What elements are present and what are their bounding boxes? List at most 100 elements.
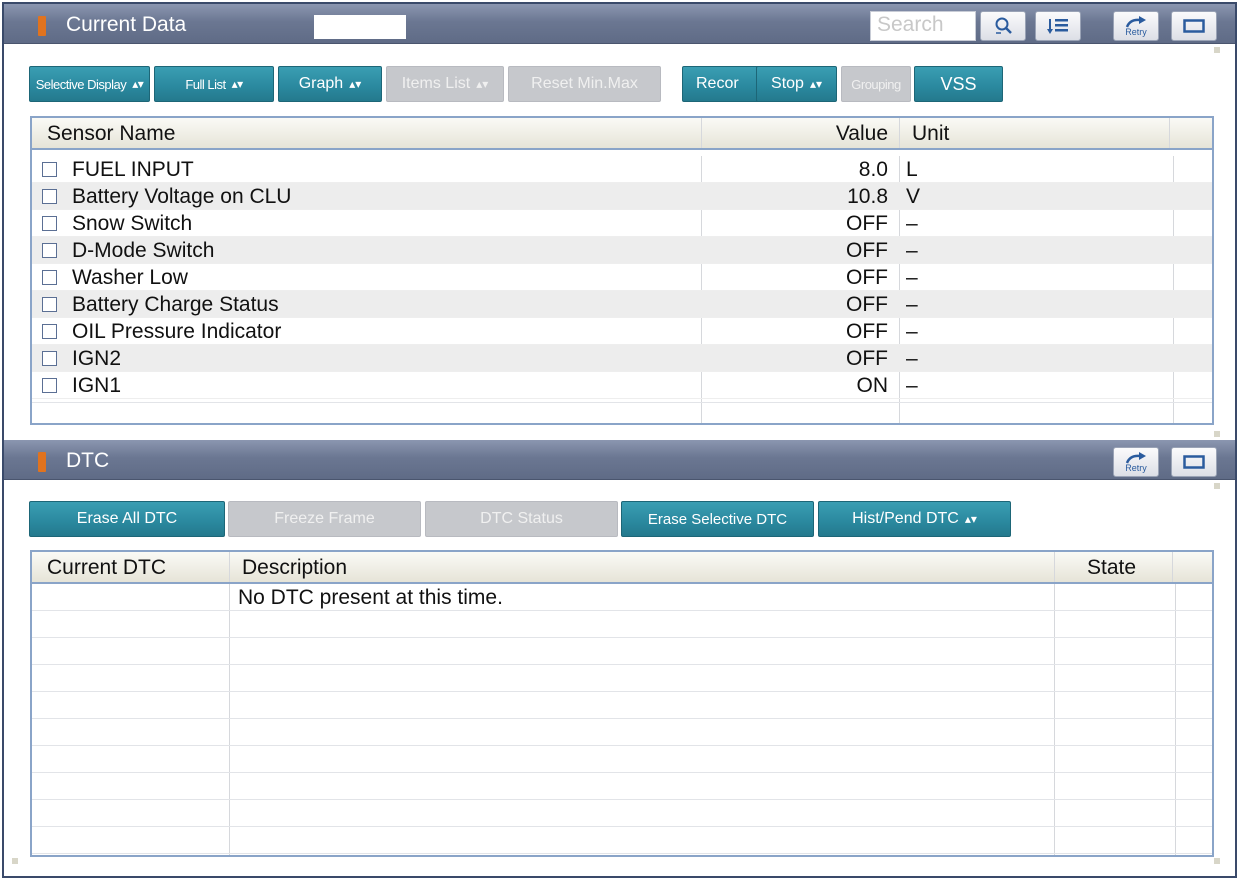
sensor-unit: – — [906, 320, 918, 343]
column-unit[interactable]: Unit — [912, 122, 949, 146]
row-divider — [32, 772, 1212, 773]
row-checkbox[interactable] — [42, 324, 57, 339]
table-row[interactable]: IGN1 ON – — [32, 372, 1212, 399]
sensor-name: Battery Voltage on CLU — [72, 185, 292, 208]
updown-arrows-icon: ▴▾ — [476, 76, 489, 91]
reset-min-max-button[interactable]: Reset Min.Max — [508, 66, 661, 102]
updown-arrows-icon: ▴▾ — [132, 76, 144, 91]
column-value[interactable]: Value — [836, 122, 888, 146]
no-dtc-message: No DTC present at this time. — [238, 586, 503, 609]
dtc-retry-button[interactable]: Retry — [1113, 447, 1159, 477]
column-sensor-name[interactable]: Sensor Name — [47, 122, 175, 146]
items-list-dropdown[interactable]: Items List ▴▾ — [386, 66, 504, 102]
column-state[interactable]: State — [1087, 556, 1136, 580]
dtc-table-header: Current DTC Description State — [32, 552, 1212, 584]
table-row[interactable]: IGN2 OFF – — [32, 345, 1212, 372]
row-divider — [32, 402, 1212, 403]
sensor-unit: L — [906, 158, 918, 181]
dtc-maximize-button[interactable] — [1171, 447, 1217, 477]
retry-icon — [1124, 15, 1148, 28]
updown-arrows-icon: ▴▾ — [809, 76, 822, 91]
table-row[interactable]: Washer Low OFF – — [32, 264, 1212, 291]
sensor-table-header: Sensor Name Value Unit — [32, 118, 1212, 150]
updown-arrows-icon: ▴▾ — [964, 511, 977, 526]
table-row[interactable]: Snow Switch OFF – — [32, 210, 1212, 237]
dtc-status-button[interactable]: DTC Status — [425, 501, 618, 537]
search-button[interactable] — [980, 11, 1026, 41]
hist-pend-dtc-dropdown[interactable]: Hist/Pend DTC ▴▾ — [818, 501, 1011, 537]
vss-button[interactable]: VSS — [914, 66, 1003, 102]
grouping-button[interactable]: Grouping — [841, 66, 911, 102]
updown-arrows-icon: ▴▾ — [231, 76, 244, 91]
search-input[interactable]: Search — [870, 11, 976, 41]
table-row[interactable]: OIL Pressure Indicator OFF – — [32, 318, 1212, 345]
magnifier-icon — [992, 16, 1014, 36]
updown-arrows-icon: ▴▾ — [349, 76, 362, 91]
sensor-name: Washer Low — [72, 266, 188, 289]
erase-selective-dtc-button[interactable]: Erase Selective DTC — [621, 501, 814, 537]
row-checkbox[interactable] — [42, 297, 57, 312]
retry-button[interactable]: Retry — [1113, 11, 1159, 41]
full-list-dropdown[interactable]: Full List ▴▾ — [154, 66, 274, 102]
selective-display-dropdown[interactable]: Selective Display ▴▾ — [29, 66, 150, 102]
dtc-table: Current DTC Description State No DTC pre… — [30, 550, 1214, 857]
erase-all-dtc-button[interactable]: Erase All DTC — [29, 501, 225, 537]
sensor-value: OFF — [846, 212, 888, 235]
panel-marker-icon — [38, 16, 46, 36]
row-checkbox[interactable] — [42, 189, 57, 204]
maximize-icon — [1183, 19, 1205, 33]
table-row[interactable]: Battery Charge Status OFF – — [32, 291, 1212, 318]
sensor-value: OFF — [846, 347, 888, 370]
sensor-unit: V — [906, 185, 921, 208]
dtc-title: DTC — [66, 449, 110, 472]
sensor-unit: – — [906, 212, 918, 235]
sensor-name: FUEL INPUT — [72, 158, 194, 181]
record-button[interactable]: Recor — [682, 66, 762, 102]
sensor-name: D-Mode Switch — [72, 239, 215, 262]
sensor-rows: FUEL INPUT 8.0 L Battery Voltage on CLU 10.8… — [32, 156, 1212, 423]
row-divider — [32, 610, 1212, 611]
current-data-title: Current Data — [66, 13, 187, 36]
stop-dropdown[interactable]: Stop ▴▾ — [756, 66, 837, 102]
graph-dropdown[interactable]: Graph ▴▾ — [278, 66, 382, 102]
sensor-name: IGN2 — [72, 347, 122, 370]
sensor-name: Battery Charge Status — [72, 293, 279, 316]
row-checkbox[interactable] — [42, 243, 57, 258]
sort-list-button[interactable] — [1035, 11, 1081, 41]
sensor-value: OFF — [846, 266, 888, 289]
current-data-panel: Selective Display ▴▾ Full List ▴▾ Graph ▴▾ … — [4, 45, 1235, 438]
sensor-value: ON — [856, 374, 889, 397]
maximize-icon — [1183, 455, 1205, 469]
table-row[interactable]: D-Mode Switch OFF – — [32, 237, 1212, 264]
row-checkbox[interactable] — [42, 216, 57, 231]
sensor-value: OFF — [846, 320, 888, 343]
table-row[interactable]: FUEL INPUT 8.0 L — [32, 156, 1212, 183]
column-description[interactable]: Description — [242, 556, 347, 580]
dtc-panel: Erase All DTC Freeze Frame DTC Status Er… — [4, 481, 1235, 876]
sensor-unit: – — [906, 266, 918, 289]
row-checkbox[interactable] — [42, 351, 57, 366]
sensor-name: IGN1 — [72, 374, 122, 397]
sensor-name: OIL Pressure Indicator — [72, 320, 282, 343]
row-checkbox[interactable] — [42, 162, 57, 177]
retry-icon — [1124, 451, 1148, 464]
column-current-dtc[interactable]: Current DTC — [47, 556, 166, 580]
sensor-table: Sensor Name Value Unit FUEL INPUT 8.0 L Bat… — [30, 116, 1214, 425]
freeze-frame-button[interactable]: Freeze Frame — [228, 501, 421, 537]
dtc-titlebar: DTC Retry — [4, 440, 1235, 480]
sensor-name: Snow Switch — [72, 212, 193, 235]
sensor-value: 10.8 — [847, 185, 888, 208]
retry-label: Retry — [1125, 26, 1147, 37]
sensor-unit: – — [906, 293, 918, 316]
row-divider — [32, 799, 1212, 800]
row-checkbox[interactable] — [42, 270, 57, 285]
dtc-rows: No DTC present at this time. — [32, 584, 1212, 855]
row-divider — [32, 637, 1212, 638]
table-row[interactable]: Battery Voltage on CLU 10.8 V — [32, 183, 1212, 210]
title-field — [314, 15, 406, 39]
row-checkbox[interactable] — [42, 378, 57, 393]
sort-list-icon — [1046, 17, 1070, 35]
maximize-button[interactable] — [1171, 11, 1217, 41]
sensor-value: OFF — [846, 293, 888, 316]
row-divider — [32, 745, 1212, 746]
